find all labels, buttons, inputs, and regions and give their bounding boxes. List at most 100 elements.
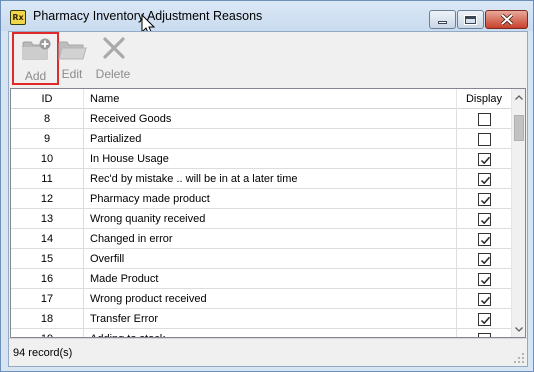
scroll-down-arrow-icon[interactable]: [512, 321, 526, 337]
row-name: Changed in error: [84, 229, 457, 249]
row-name: Rec'd by mistake .. will be in at a late…: [84, 169, 457, 189]
row-display-cell: [457, 109, 511, 129]
checkmark-icon: [480, 216, 491, 225]
grid-rows: 8 Received Goods 9 Partialized 10 In House Us…: [11, 109, 511, 337]
row-id: 12: [11, 189, 84, 209]
table-row[interactable]: 16 Made Product: [11, 269, 511, 289]
row-display-cell: [457, 189, 511, 209]
row-display-cell: [457, 329, 511, 337]
table-row[interactable]: 17 Wrong product received: [11, 289, 511, 309]
row-id: 17: [11, 289, 84, 309]
row-name: Adding to stock: [84, 329, 457, 337]
checkmark-icon: [480, 156, 491, 165]
checkmark-icon: [480, 296, 491, 305]
title-bar[interactable]: Rx Pharmacy Inventory Adjustment Reasons: [1, 1, 533, 36]
display-checkbox[interactable]: [478, 213, 491, 226]
column-header-display[interactable]: Display: [457, 89, 511, 109]
row-display-cell: [457, 269, 511, 289]
add-folder-icon: [22, 38, 51, 60]
row-display-cell: [457, 209, 511, 229]
table-row[interactable]: 13 Wrong quanity received: [11, 209, 511, 229]
checkmark-icon: [480, 316, 491, 325]
row-name: Pharmacy made product: [84, 189, 457, 209]
delete-button[interactable]: Delete: [93, 32, 133, 85]
minimize-button[interactable]: [429, 10, 456, 29]
row-id: 13: [11, 209, 84, 229]
scroll-up-arrow-icon[interactable]: [512, 89, 526, 105]
delete-label: Delete: [95, 67, 131, 81]
row-name: In House Usage: [84, 149, 457, 169]
row-name: Received Goods: [84, 109, 457, 129]
row-name: Partialized: [84, 129, 457, 149]
table-row[interactable]: 8 Received Goods: [11, 109, 511, 129]
row-id: 15: [11, 249, 84, 269]
checkmark-icon: [480, 256, 491, 265]
row-name: Wrong product received: [84, 289, 457, 309]
checkmark-icon: [480, 236, 491, 245]
row-display-cell: [457, 309, 511, 329]
row-display-cell: [457, 229, 511, 249]
scrollbar-thumb[interactable]: [514, 115, 524, 141]
add-button[interactable]: Add: [12, 32, 59, 85]
column-header-id[interactable]: ID: [11, 89, 84, 109]
display-checkbox[interactable]: [478, 173, 491, 186]
checkmark-icon: [480, 276, 491, 285]
checkmark-icon: [480, 176, 491, 185]
display-checkbox[interactable]: [478, 313, 491, 326]
close-window-button[interactable]: [485, 10, 528, 29]
table-row[interactable]: 14 Changed in error: [11, 229, 511, 249]
row-display-cell: [457, 289, 511, 309]
row-display-cell: [457, 149, 511, 169]
display-checkbox[interactable]: [478, 333, 491, 337]
display-checkbox[interactable]: [478, 153, 491, 166]
table-row[interactable]: 9 Partialized: [11, 129, 511, 149]
maximize-icon: [464, 14, 477, 25]
display-checkbox[interactable]: [478, 293, 491, 306]
delete-x-icon: [103, 37, 125, 59]
row-id: 9: [11, 129, 84, 149]
display-checkbox[interactable]: [478, 253, 491, 266]
app-icon-text: Rx: [12, 13, 24, 22]
checkmark-icon: [488, 336, 490, 337]
record-count: 94 record(s): [13, 347, 73, 359]
add-label: Add: [24, 69, 47, 83]
display-checkbox[interactable]: [478, 193, 491, 206]
row-id: 16: [11, 269, 84, 289]
row-id: 11: [11, 169, 84, 189]
table-row[interactable]: 12 Pharmacy made product: [11, 189, 511, 209]
status-bar: 94 record(s): [9, 338, 527, 366]
table-row[interactable]: 15 Overfill: [11, 249, 511, 269]
edit-button[interactable]: Edit: [58, 32, 87, 85]
table-row[interactable]: 10 In House Usage: [11, 149, 511, 169]
row-name: Overfill: [84, 249, 457, 269]
display-checkbox[interactable]: [478, 233, 491, 246]
vertical-scrollbar[interactable]: [511, 89, 525, 337]
row-display-cell: [457, 129, 511, 149]
row-id: 14: [11, 229, 84, 249]
edit-label: Edit: [61, 67, 83, 81]
resize-grip-icon[interactable]: [514, 353, 524, 363]
display-checkbox[interactable]: [478, 113, 491, 126]
row-id: 19: [11, 329, 84, 337]
row-id: 18: [11, 309, 84, 329]
column-header-name[interactable]: Name: [84, 89, 457, 109]
row-display-cell: [457, 169, 511, 189]
row-name: Made Product: [84, 269, 457, 289]
table-row[interactable]: 19Adding to stock: [11, 329, 511, 337]
toolbar: Add Edit Delete: [9, 32, 527, 87]
row-id: 10: [11, 149, 84, 169]
table-row[interactable]: 18 Transfer Error: [11, 309, 511, 329]
pharmacy-app-icon[interactable]: Rx: [10, 10, 26, 25]
display-checkbox[interactable]: [478, 273, 491, 286]
grid-header: ID Name Display: [11, 89, 511, 109]
display-checkbox[interactable]: [478, 133, 491, 146]
checkmark-icon: [480, 196, 491, 205]
close-icon: [500, 14, 513, 25]
row-display-cell: [457, 249, 511, 269]
row-id: 8: [11, 109, 84, 129]
main-window: Rx Pharmacy Inventory Adjustment Reasons: [0, 0, 534, 372]
reasons-grid[interactable]: ID Name Display 8 Received Goods 9 Partiali…: [10, 88, 526, 338]
edit-folder-icon: [58, 41, 87, 60]
table-row[interactable]: 11 Rec'd by mistake .. will be in at a la…: [11, 169, 511, 189]
maximize-button[interactable]: [457, 10, 484, 29]
